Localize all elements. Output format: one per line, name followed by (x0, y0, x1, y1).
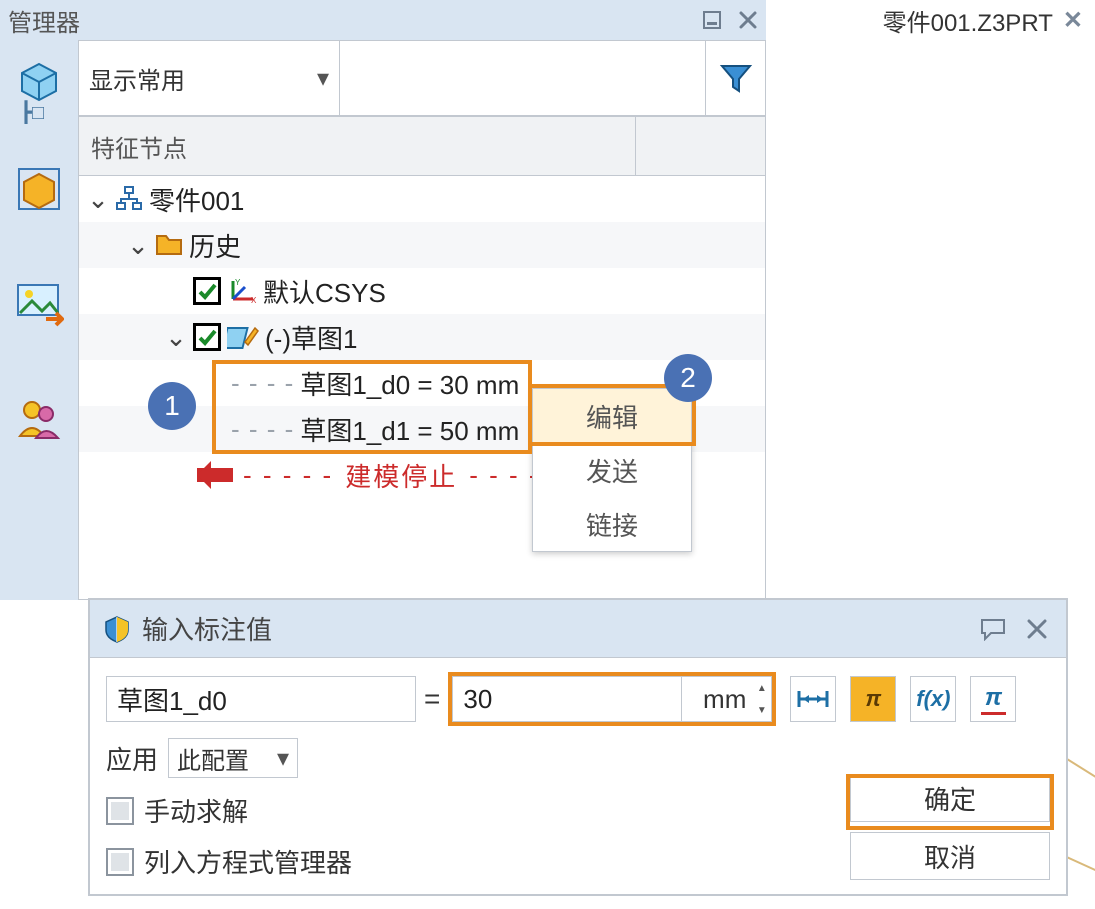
csys-label: 默认CSYS (263, 273, 386, 310)
comment-icon[interactable] (976, 612, 1010, 646)
tree-row-history[interactable]: ⌄ 历史 (79, 222, 765, 268)
tree-row-sketch[interactable]: ⌄ (-)草图1 (79, 314, 765, 360)
dimension-unit: mm (682, 676, 752, 722)
pi-icon: π (866, 686, 882, 712)
file-tab-label: 零件001.Z3PRT (883, 3, 1053, 38)
stop-label: 建模停止 (345, 457, 457, 494)
image-export-icon[interactable] (14, 279, 64, 336)
left-rail: ┣□ (0, 40, 78, 600)
apply-config-value: 此配置 (177, 741, 249, 776)
chevron-down-icon: ▾ (277, 744, 289, 773)
pi-underline-icon: π (981, 684, 1006, 715)
chevron-down-icon[interactable]: ⌄ (165, 322, 187, 353)
context-menu-send-label: 发送 (586, 452, 638, 489)
chevron-down-icon: ▾ (317, 64, 329, 93)
close-icon[interactable]: ✕ (1063, 6, 1083, 35)
context-menu-edit-label: 编辑 (586, 398, 638, 435)
context-menu-link[interactable]: 链接 (533, 497, 691, 551)
sketch-icon (227, 322, 259, 352)
users-icon[interactable] (14, 394, 64, 451)
ok-label: 确定 (924, 780, 976, 817)
shield-icon (102, 614, 132, 644)
d1-label: 草图1_d1 = 50 mm (300, 411, 519, 448)
dimension-row: 草图1_d0 = 30 mm ▲ ▼ π (106, 672, 1050, 726)
filter-button[interactable] (706, 40, 766, 116)
manager-title: 管理器 (8, 3, 80, 38)
dimension-name-input[interactable]: 草图1_d0 (106, 676, 416, 722)
sketch-label: (-)草图1 (265, 319, 357, 356)
leader-icon: - - - - (231, 414, 294, 445)
part-manager-icon[interactable]: ┣□ (16, 60, 62, 106)
tree-row-part[interactable]: ⌄ 零件001 (79, 176, 765, 222)
search-input[interactable] (340, 40, 706, 116)
function-button[interactable]: f(x) (910, 676, 956, 722)
hierarchy-icon (115, 185, 143, 213)
spinner-up-icon[interactable]: ▲ (752, 677, 771, 699)
csys-icon: Y X (227, 277, 257, 305)
cancel-label: 取消 (924, 838, 976, 875)
context-menu: 编辑 发送 链接 (532, 388, 692, 552)
history-label: 历史 (189, 227, 241, 264)
toolbar: 显示常用 ▾ (78, 40, 766, 116)
stop-arrow-icon (197, 468, 233, 482)
close-icon[interactable] (732, 4, 764, 36)
apply-config-combo[interactable]: 此配置 ▾ (168, 738, 298, 778)
fx-icon: f(x) (916, 686, 950, 712)
constant-button[interactable]: π (970, 676, 1016, 722)
equals-label: = (424, 683, 440, 715)
context-menu-link-label: 链接 (586, 506, 638, 543)
checkbox-checked-icon[interactable] (193, 323, 221, 351)
chevron-down-icon[interactable]: ⌄ (87, 184, 109, 215)
spinner-down-icon[interactable]: ▼ (752, 699, 771, 721)
svg-text:Y: Y (235, 278, 241, 287)
secondary-column[interactable] (636, 116, 766, 176)
part-label: 零件001 (149, 181, 244, 218)
manual-solve-label: 手动求解 (144, 792, 248, 829)
manager-header: 管理器 (0, 0, 766, 40)
display-mode-combo[interactable]: 显示常用 ▾ (78, 40, 340, 116)
annotation-highlight-3: 30 mm ▲ ▼ (448, 672, 776, 726)
dialog-title: 输入标注值 (142, 610, 272, 647)
value-spinner[interactable]: ▲ ▼ (752, 676, 772, 722)
apply-label: 应用 (106, 740, 158, 777)
dialog-header: 输入标注值 (90, 600, 1066, 658)
context-menu-send[interactable]: 发送 (533, 443, 691, 497)
close-icon[interactable] (1020, 612, 1054, 646)
apply-row: 应用 此配置 ▾ (106, 738, 1050, 778)
checkbox-unchecked-icon[interactable] (106, 848, 134, 876)
minimize-icon[interactable] (696, 4, 728, 36)
feature-column[interactable]: 特征节点 (78, 116, 636, 176)
dimension-value-input[interactable]: 30 (452, 676, 682, 722)
annotation-badge-2: 2 (664, 354, 712, 402)
solid-icon[interactable] (14, 164, 64, 221)
measure-button[interactable] (790, 676, 836, 722)
dimension-value: 30 (463, 684, 492, 715)
svg-text:X: X (251, 296, 257, 305)
checkbox-checked-icon[interactable] (193, 277, 221, 305)
context-menu-edit[interactable]: 编辑 (533, 389, 691, 443)
folder-icon (155, 232, 183, 258)
display-mode-label: 显示常用 (89, 61, 185, 96)
ok-button[interactable]: 确定 (850, 774, 1050, 822)
feature-column-label: 特征节点 (91, 129, 187, 164)
annotation-badge-1: 1 (148, 382, 196, 430)
include-eqmgr-label: 列入方程式管理器 (144, 843, 352, 880)
dialog-body: 草图1_d0 = 30 mm ▲ ▼ π (90, 658, 1066, 894)
dimension-name-value: 草图1_d0 (117, 681, 227, 718)
tree-column-header: 特征节点 (78, 116, 766, 176)
checkbox-unchecked-icon[interactable] (106, 797, 134, 825)
dimension-dialog: 输入标注值 草图1_d0 = 30 mm ▲ ▼ (88, 598, 1068, 896)
file-tab[interactable]: 零件001.Z3PRT ✕ (766, 0, 1095, 40)
leader-icon: - - - - (231, 368, 294, 399)
d0-label: 草图1_d0 = 30 mm (300, 365, 519, 402)
stop-prefix: - - - - - (243, 460, 333, 491)
dialog-buttons: 确定 取消 (850, 774, 1050, 880)
cancel-button[interactable]: 取消 (850, 832, 1050, 880)
chevron-down-icon[interactable]: ⌄ (127, 230, 149, 261)
tree-row-csys[interactable]: ⌄ Y X 默认CSYS (79, 268, 765, 314)
formula-folder-button[interactable]: π (850, 676, 896, 722)
